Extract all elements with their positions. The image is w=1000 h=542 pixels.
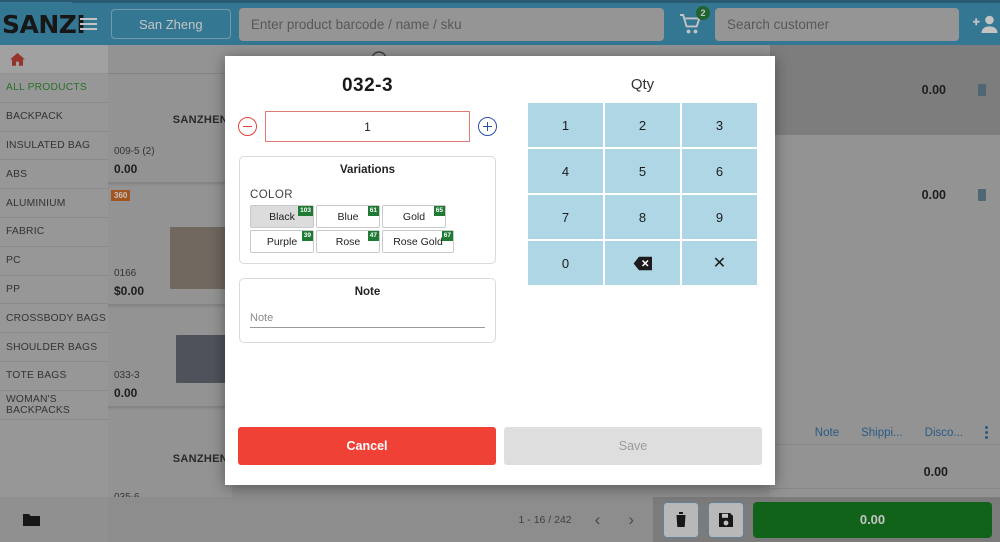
variation-stock-badge: 39: [301, 231, 313, 241]
modal-title: 032-3: [341, 75, 394, 96]
keypad-key-1[interactable]: 1: [528, 103, 603, 147]
numeric-keypad: 1 2 3 4 5 6 7 8 9 0 ✕: [510, 103, 775, 285]
keypad-key-9[interactable]: 9: [682, 195, 757, 239]
variation-options: Black 103 Blue 61 Gold 65 Purple 39 Rose 47 Rose G…: [250, 205, 485, 253]
variation-label: Black: [269, 210, 295, 223]
keypad-title: Qty: [630, 76, 655, 93]
variation-option-rose-gold[interactable]: Rose Gold 67: [382, 230, 454, 253]
variation-label: Gold: [402, 210, 426, 223]
plus-circle-icon[interactable]: [478, 117, 497, 136]
variation-label: Rose: [335, 235, 361, 248]
variation-label: Rose Gold: [393, 235, 443, 248]
variation-option-blue[interactable]: Blue 61: [316, 205, 380, 228]
variations-title: Variations: [340, 164, 395, 176]
keypad-key-3[interactable]: 3: [682, 103, 757, 147]
variation-option-gold[interactable]: Gold 65: [382, 205, 446, 228]
variation-option-rose[interactable]: Rose 47: [316, 230, 380, 253]
clear-icon[interactable]: ✕: [682, 241, 757, 285]
note-title: Note: [354, 286, 381, 298]
keypad-key-0[interactable]: 0: [528, 241, 603, 285]
variation-stock-badge: 103: [298, 206, 313, 216]
quantity-stepper: [225, 111, 510, 142]
minus-circle-icon[interactable]: [238, 117, 257, 136]
keypad-key-6[interactable]: 6: [682, 149, 757, 193]
variation-label: Blue: [337, 210, 359, 223]
variation-option-black[interactable]: Black 103: [250, 205, 314, 228]
variation-stock-badge: 61: [367, 206, 379, 216]
variation-label: Purple: [266, 235, 298, 248]
keypad-key-4[interactable]: 4: [528, 149, 603, 193]
keypad-key-2[interactable]: 2: [605, 103, 680, 147]
variation-stock-badge: 47: [367, 231, 379, 241]
backspace-icon[interactable]: [605, 241, 680, 285]
modal-footer: Cancel Save: [225, 406, 775, 485]
variations-panel: Variations COLOR Black 103 Blue 61 Gold 65 Pur…: [239, 156, 496, 264]
keypad-key-8[interactable]: 8: [605, 195, 680, 239]
cancel-button[interactable]: Cancel: [238, 426, 496, 465]
attribute-label-color: COLOR: [250, 189, 293, 201]
keypad-key-7[interactable]: 7: [528, 195, 603, 239]
note-input[interactable]: [250, 298, 485, 328]
variation-stock-badge: 67: [441, 231, 453, 241]
variation-stock-badge: 65: [433, 206, 445, 216]
quantity-input[interactable]: [265, 111, 470, 142]
variation-option-purple[interactable]: Purple 39: [250, 230, 314, 253]
pos-application: SANZI San Zheng 2: [0, 0, 1000, 542]
save-button: Save: [504, 426, 762, 465]
keypad-key-5[interactable]: 5: [605, 149, 680, 193]
note-panel: Note: [239, 278, 496, 343]
product-variation-modal: 032-3 Variations COLOR Black103Blue61Gol…: [225, 56, 775, 485]
